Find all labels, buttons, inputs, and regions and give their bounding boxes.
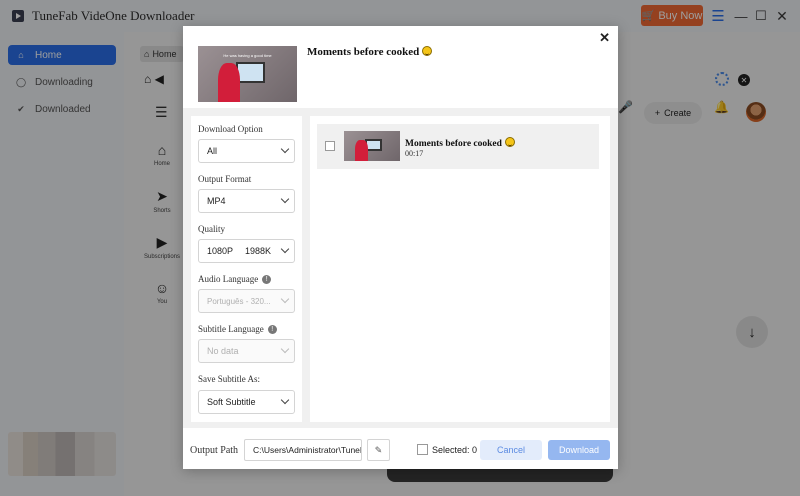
audio-language-label: Audio Language!: [198, 274, 272, 284]
video-row-title: Moments before cooked: [405, 137, 515, 149]
info-icon[interactable]: !: [262, 274, 272, 284]
chevron-down-icon: [280, 144, 290, 154]
video-row-thumbnail: [344, 131, 400, 161]
chevron-down-icon: [280, 344, 290, 354]
list-item[interactable]: Moments before cooked 00:17: [317, 124, 599, 169]
output-format-select[interactable]: MP4: [198, 189, 295, 213]
quality-select[interactable]: 1080P 1988K: [198, 239, 295, 263]
options-panel: Download Option All Output Format MP4 Qu…: [191, 116, 302, 422]
output-format-label: Output Format: [198, 174, 252, 184]
subtitle-language-select[interactable]: No data: [198, 339, 295, 363]
subtitle-language-label: Subtitle Language!: [198, 324, 277, 334]
download-option-label: Download Option: [198, 124, 263, 134]
quality-size: 1988K: [245, 246, 272, 256]
thumbnail-caption: He was having a good time: [223, 52, 272, 58]
output-path-field[interactable]: C:\Users\Administrator\TuneFab: [244, 439, 362, 461]
video-duration: 00:17: [405, 149, 424, 158]
grinning-emoji-icon: [422, 46, 433, 56]
output-path-label: Output Path: [190, 445, 239, 456]
cancel-button[interactable]: Cancel: [480, 440, 542, 460]
folder-icon: ✎: [374, 444, 383, 455]
save-subtitle-label: Save Subtitle As:: [198, 374, 261, 384]
video-checkbox[interactable]: [325, 141, 335, 151]
close-icon[interactable]: ✕: [599, 30, 610, 46]
browse-folder-button[interactable]: ✎: [367, 439, 390, 461]
video-list-panel: Moments before cooked 00:17: [310, 116, 610, 422]
save-subtitle-select[interactable]: Soft Subtitle: [198, 390, 295, 414]
download-button[interactable]: Download: [548, 440, 610, 460]
chevron-down-icon: [280, 395, 290, 405]
quality-label: Quality: [198, 224, 225, 234]
chevron-down-icon: [280, 244, 290, 254]
chevron-down-icon: [280, 194, 290, 204]
download-dialog: ✕ He was having a good time Moments befo…: [183, 26, 618, 469]
chevron-down-icon: [280, 294, 290, 304]
audio-language-select[interactable]: Português - 320...: [198, 289, 295, 313]
select-all-checkbox[interactable]: [417, 444, 428, 455]
info-icon[interactable]: !: [267, 324, 277, 334]
video-thumbnail: He was having a good time: [198, 46, 297, 102]
video-title: Moments before cooked: [307, 46, 433, 58]
selected-count: Selected: 0: [432, 445, 478, 455]
download-option-select[interactable]: All: [198, 139, 295, 163]
grinning-emoji-icon: [504, 137, 515, 147]
